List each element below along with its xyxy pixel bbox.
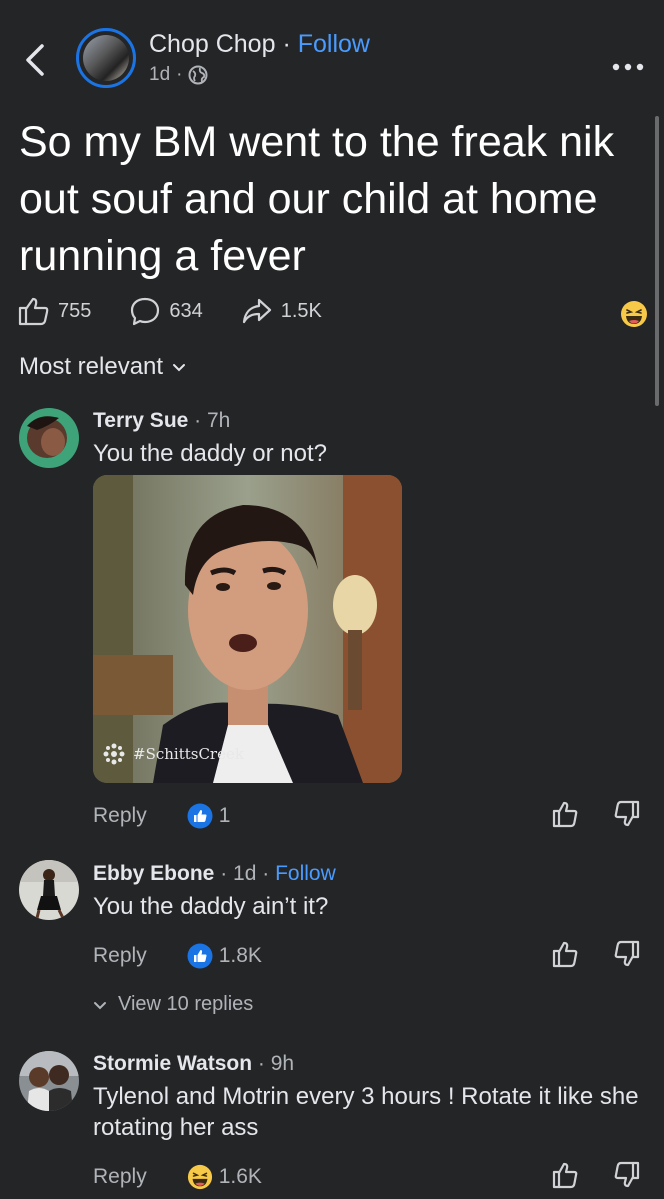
upvote-icon[interactable] <box>552 800 578 828</box>
comment-button[interactable]: 634 <box>129 296 203 326</box>
gif-watermark: #SchittsCreek <box>103 743 244 765</box>
reaction-button[interactable] <box>620 300 648 333</box>
vote-buttons <box>552 1161 640 1189</box>
share-count: 1.5K <box>280 299 322 322</box>
follow-button[interactable]: Follow <box>298 30 370 58</box>
scrollbar[interactable] <box>655 116 659 406</box>
reaction-summary[interactable]: 1 <box>187 803 231 829</box>
post-text: So my BM went to the freak nik out souf … <box>19 118 615 280</box>
chevron-down-icon <box>94 1001 106 1009</box>
comment-actions: Reply 1 <box>93 803 230 829</box>
author-name[interactable]: Chop Chop <box>149 30 275 58</box>
reaction-summary[interactable]: 1.8K <box>187 943 262 969</box>
cbc-logo-icon <box>103 743 125 765</box>
comment-text: You the daddy ain’t it? <box>93 893 329 920</box>
chevron-down-icon <box>173 364 186 372</box>
post-age: 1d <box>149 64 171 85</box>
upvote-icon[interactable] <box>552 1161 578 1189</box>
comment-avatar[interactable] <box>19 408 79 468</box>
dislike-icon[interactable] <box>614 940 640 968</box>
reply-button[interactable]: Reply <box>93 1165 147 1189</box>
back-chevron-icon <box>26 44 44 76</box>
laugh-emoji-icon <box>187 1164 212 1190</box>
more-icon <box>612 63 644 71</box>
reaction-count: 1 <box>218 804 231 827</box>
reply-button[interactable]: Reply <box>93 944 147 968</box>
post-author-line: Chop Chop · Follow <box>149 30 370 58</box>
like-count: 755 <box>58 299 92 322</box>
reaction-count: 1.8K <box>218 944 262 967</box>
upvote-icon[interactable] <box>552 940 578 968</box>
comment-author[interactable]: Stormie Watson <box>93 1052 252 1075</box>
comment-icon <box>131 297 160 326</box>
comment-avatar[interactable] <box>19 860 79 920</box>
view-replies-label: View 10 replies <box>118 993 254 1015</box>
comment-author[interactable]: Terry Sue <box>93 409 188 432</box>
comment-text: You the daddy or not? <box>93 440 327 467</box>
comment-author-line: Ebby Ebone · 1d · Follow <box>93 862 336 886</box>
comment-actions: Reply 1.8K <box>93 943 262 969</box>
comment-time: · 7h <box>194 409 231 432</box>
comment-author-line: Terry Sue · 7h <box>93 409 230 433</box>
gif-image <box>93 475 402 783</box>
post-meta: 1d · <box>149 64 208 86</box>
like-icon <box>18 297 49 326</box>
comment-time: · 1d · <box>220 862 270 885</box>
vote-buttons <box>552 940 640 968</box>
comment-time: · 9h <box>257 1052 295 1075</box>
dislike-icon[interactable] <box>614 800 640 828</box>
post-stats: 755 634 1.5K <box>18 296 360 326</box>
author-avatar[interactable] <box>76 28 136 88</box>
comment-actions: Reply 1.6K <box>93 1164 262 1190</box>
comment-author[interactable]: Ebby Ebone <box>93 862 214 885</box>
sort-label: Most relevant <box>19 353 164 380</box>
comment-count: 634 <box>169 299 203 322</box>
comment-author-line: Stormie Watson · 9h <box>93 1052 294 1076</box>
comment-avatar[interactable] <box>19 1051 79 1111</box>
sort-dropdown[interactable]: Most relevant <box>19 353 187 381</box>
follow-button[interactable]: Follow <box>275 862 336 885</box>
laugh-emoji-icon <box>621 301 647 327</box>
dislike-icon[interactable] <box>614 1161 640 1189</box>
reaction-count: 1.6K <box>218 1165 262 1188</box>
vote-buttons <box>552 800 640 828</box>
share-icon <box>242 298 271 324</box>
reply-button[interactable]: Reply <box>93 804 147 828</box>
view-replies-button[interactable]: View 10 replies <box>92 993 253 1016</box>
reaction-summary[interactable]: 1.6K <box>187 1164 262 1190</box>
like-reaction-icon <box>187 943 213 969</box>
like-button[interactable]: 755 <box>18 296 91 326</box>
globe-icon <box>188 65 208 85</box>
back-button[interactable] <box>22 40 50 80</box>
like-reaction-icon <box>187 803 213 829</box>
comment-text: Tylenol and Motrin every 3 hours ! Rotat… <box>93 1083 639 1141</box>
gif-hashtag: #SchittsCreek <box>133 745 244 763</box>
share-button[interactable]: 1.5K <box>241 296 322 326</box>
comment-gif[interactable]: #SchittsCreek <box>93 475 402 783</box>
more-options-button[interactable] <box>612 50 644 78</box>
